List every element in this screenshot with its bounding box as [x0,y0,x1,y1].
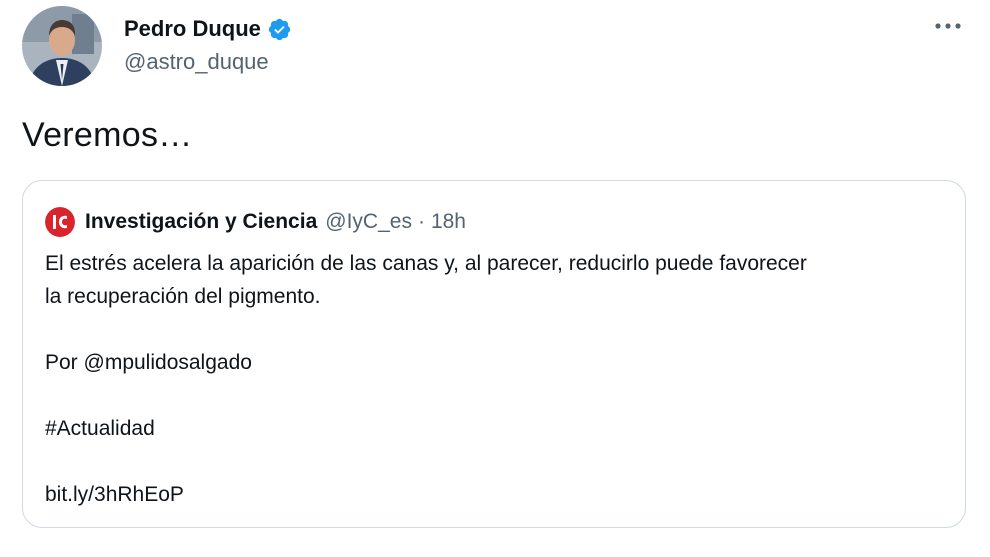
quoted-hashtag: #Actualidad [45,417,155,440]
author-display-name[interactable]: Pedro Duque [124,16,261,42]
quoted-text-line: la recuperación del pigmento. [45,285,321,308]
iyc-logo-icon [45,207,75,237]
quoted-text-line: El estrés acelera la aparición de las ca… [45,252,807,275]
author-handle[interactable]: @astro_duque [124,49,292,75]
quoted-author-display-name[interactable]: Investigación y Ciencia [85,210,317,234]
verified-badge-icon [268,18,291,40]
separator-dot: · [417,210,425,233]
more-horizontal-icon [935,23,961,29]
quoted-credit: Por @mpulidosalgado [45,351,252,374]
quoted-author-handle[interactable]: @IyC_es [325,210,412,234]
avatar[interactable] [22,6,102,86]
name-row: Pedro Duque [124,14,292,44]
quoted-author-avatar [45,207,75,237]
quoted-link: bit.ly/3hRhEoP [45,483,184,506]
author-block: Pedro Duque @astro_duque [124,14,292,75]
quoted-tweet-header: Investigación y Ciencia @IyC_es · 18h [45,207,466,237]
quoted-tweet-card[interactable]: Investigación y Ciencia @IyC_es · 18h El… [22,180,966,528]
more-options-button[interactable] [928,6,968,46]
tweet-text: Veremos… [22,116,193,154]
quoted-tweet-timestamp[interactable]: 18h [431,210,466,234]
tweet: Pedro Duque @astro_duque Veremos… Invest… [0,0,990,557]
avatar-image [22,6,102,86]
quoted-tweet-body: El estrés acelera la aparición de las ca… [45,247,945,511]
